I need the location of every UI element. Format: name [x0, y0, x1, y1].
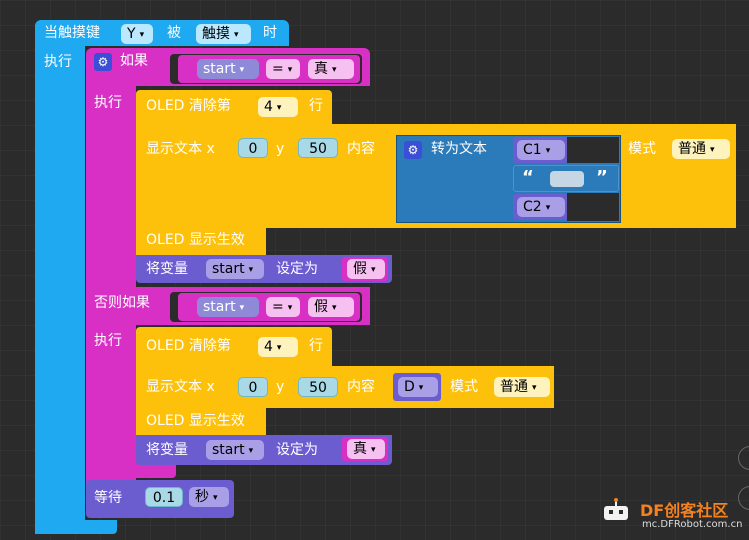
- then2-label: 执行: [94, 333, 122, 349]
- mode-dropdown-2[interactable]: 普通 ▾: [494, 377, 550, 397]
- set-to-label-2: 设定为: [276, 442, 318, 458]
- mode-dropdown[interactable]: 普通 ▾: [672, 139, 730, 159]
- y-label: y: [276, 141, 285, 157]
- content-label: 内容: [347, 141, 375, 157]
- wait-unit-dropdown[interactable]: 秒 ▾: [189, 487, 229, 507]
- then-label: 执行: [94, 95, 122, 111]
- y-label-2: y: [276, 379, 285, 395]
- to-text-slot-3: [567, 193, 619, 221]
- condition2-var-field[interactable]: start ▾: [197, 297, 259, 317]
- if-label: 如果: [120, 53, 148, 69]
- row-number-field-2[interactable]: 4 ▾: [258, 337, 298, 357]
- bool2-dropdown[interactable]: 假 ▾: [308, 297, 354, 317]
- gear-icon[interactable]: ⚙: [94, 53, 112, 71]
- oled-show-label-2: OLED 显示生效: [146, 413, 245, 429]
- event-block-body: [35, 44, 85, 534]
- show-text-label-2: 显示文本 x: [146, 379, 215, 395]
- set-var-label: 将变量: [146, 261, 188, 277]
- x-field[interactable]: 0: [238, 138, 268, 158]
- operator2-dropdown[interactable]: = ▾: [266, 297, 300, 317]
- wait-label: 等待: [94, 490, 122, 506]
- watermark-brand: DF创客社区: [640, 501, 729, 520]
- key-dropdown[interactable]: Y ▾: [121, 24, 153, 44]
- to-text-slot-1: [567, 137, 619, 163]
- wait-value-field[interactable]: 0.1: [145, 487, 183, 507]
- dfrobot-logo-icon: [600, 498, 632, 524]
- item1-dropdown[interactable]: C1 ▾: [517, 140, 565, 160]
- set-var-dropdown-2[interactable]: start ▾: [206, 440, 264, 460]
- to-text-label: 转为文本: [431, 141, 487, 157]
- bool-dropdown-true-2[interactable]: 真 ▾: [347, 439, 385, 459]
- row-unit-label-2: 行: [309, 338, 323, 354]
- content-var-dropdown[interactable]: D ▾: [398, 377, 438, 397]
- event-suffix-label: 时: [263, 25, 277, 41]
- row-number-field[interactable]: 4 ▾: [258, 97, 298, 117]
- action-dropdown[interactable]: 触摸 ▾: [196, 24, 251, 44]
- bool-dropdown-false[interactable]: 假 ▾: [347, 259, 385, 279]
- string-value-field[interactable]: [550, 171, 584, 187]
- row-unit-label: 行: [309, 98, 323, 114]
- set-var-dropdown[interactable]: start ▾: [206, 259, 264, 279]
- exec-label: 执行: [44, 54, 72, 70]
- set-to-label: 设定为: [276, 261, 318, 277]
- set-var-label-2: 将变量: [146, 442, 188, 458]
- x-field-2[interactable]: 0: [238, 377, 268, 397]
- if-block-spine: [86, 84, 136, 484]
- y-field-2[interactable]: 50: [298, 377, 338, 397]
- quote-close: ”: [596, 167, 608, 188]
- event-prefix-label: 当触摸键: [44, 25, 100, 41]
- mode-label-2: 模式: [450, 379, 478, 395]
- mode-label: 模式: [628, 141, 656, 157]
- oled-clear-label-2: OLED 清除第: [146, 338, 231, 354]
- content-label-2: 内容: [347, 379, 375, 395]
- event-block-foot: [35, 520, 117, 534]
- gear-icon[interactable]: ⚙: [404, 141, 422, 159]
- elseif-label: 否则如果: [94, 295, 150, 311]
- watermark-url: mc.DFRobot.com.cn: [642, 519, 743, 530]
- condition-var-field[interactable]: start ▾: [197, 59, 259, 79]
- show-text-label: 显示文本 x: [146, 141, 215, 157]
- oled-clear-label: OLED 清除第: [146, 98, 231, 114]
- bool-dropdown-true[interactable]: 真 ▾: [308, 59, 354, 79]
- event-mid-label: 被: [167, 25, 181, 41]
- quote-open: “: [522, 167, 534, 188]
- operator-dropdown[interactable]: = ▾: [266, 59, 300, 79]
- y-field[interactable]: 50: [298, 138, 338, 158]
- item2-dropdown[interactable]: C2 ▾: [517, 197, 565, 217]
- oled-show-label: OLED 显示生效: [146, 232, 245, 248]
